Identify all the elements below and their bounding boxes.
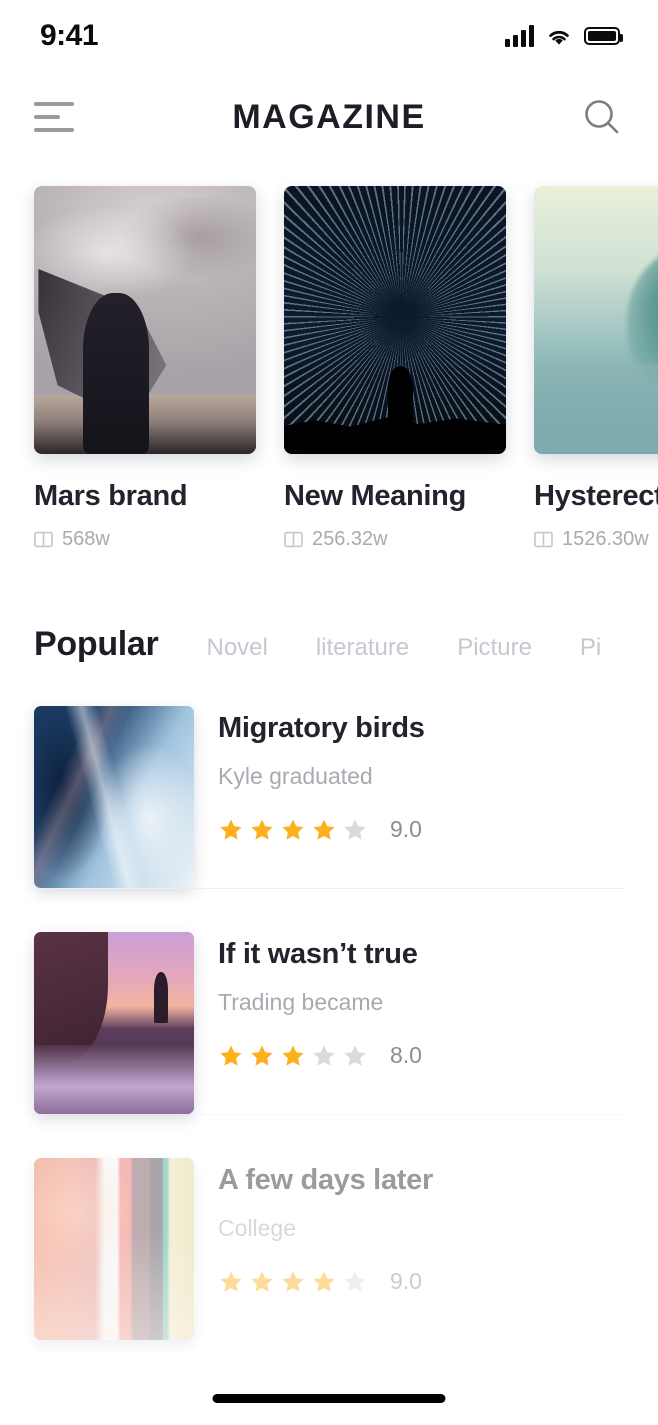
featured-title: New Meaning xyxy=(284,480,466,512)
rating: 9.0 xyxy=(218,1268,433,1295)
star-empty-icon xyxy=(313,1044,335,1066)
featured-image-star-trails[interactable] xyxy=(284,186,506,454)
star-filled-icon xyxy=(220,1270,242,1292)
star-filled-icon xyxy=(251,1270,273,1292)
list-divider xyxy=(34,1114,624,1115)
rating-score: 8.0 xyxy=(390,1042,422,1068)
article-thumbnail-canyon[interactable] xyxy=(34,932,194,1114)
battery-full-icon xyxy=(584,27,623,45)
tab-novel[interactable]: Novel xyxy=(206,634,267,662)
wifi-icon xyxy=(549,30,569,45)
open-book-icon xyxy=(534,531,553,548)
open-book-icon xyxy=(284,531,303,548)
star-filled-icon xyxy=(220,1044,242,1066)
featured-title: Mars brand xyxy=(34,480,188,512)
star-filled-icon xyxy=(282,1044,304,1066)
article-title: A few days later xyxy=(218,1164,433,1196)
article-title: Migratory birds xyxy=(218,712,425,744)
search-icon[interactable] xyxy=(580,95,624,139)
featured-meta: 568w xyxy=(34,528,256,551)
cellular-signal-icon xyxy=(505,25,534,47)
featured-card[interactable]: New Meaning 256.32w xyxy=(284,186,506,551)
featured-card[interactable]: Hysterecto 1526.30w xyxy=(534,186,658,551)
featured-meta: 1526.30w xyxy=(534,528,658,551)
home-indicator[interactable] xyxy=(212,1394,446,1403)
app-screen: 9:41 MAGAZINE Mars brand 568w New Meanin… xyxy=(0,0,658,1425)
article-list: Migratory birds Kyle graduated 9.0 If it… xyxy=(0,664,658,1340)
app-header: MAGAZINE xyxy=(0,72,658,162)
featured-wordcount: 256.32w xyxy=(312,528,388,550)
featured-card[interactable]: Mars brand 568w xyxy=(34,186,256,551)
tab-literature[interactable]: literature xyxy=(316,634,409,662)
featured-wordcount: 568w xyxy=(62,528,110,550)
category-tabs[interactable]: Popular Novel literature Picture Pi xyxy=(0,551,658,664)
article-subtitle: Trading became xyxy=(218,989,384,1015)
status-bar-time: 9:41 xyxy=(40,19,99,52)
hamburger-menu-icon[interactable] xyxy=(34,101,78,133)
list-item[interactable]: If it wasn’t true Trading became 8.0 xyxy=(34,888,624,1114)
featured-carousel[interactable]: Mars brand 568w New Meaning 256.32w Hyst… xyxy=(0,162,658,551)
article-thumbnail-stripes[interactable] xyxy=(34,1158,194,1340)
page-title: MAGAZINE xyxy=(232,97,426,136)
star-filled-icon xyxy=(313,1270,335,1292)
rating: 9.0 xyxy=(218,816,425,843)
list-item[interactable]: A few days later College 9.0 xyxy=(34,1114,624,1340)
open-book-icon xyxy=(34,531,53,548)
rating-score: 9.0 xyxy=(390,816,422,842)
rating-score: 9.0 xyxy=(390,1268,422,1294)
tab-popular[interactable]: Popular xyxy=(34,625,159,664)
article-thumbnail-ice[interactable] xyxy=(34,706,194,888)
featured-wordcount: 1526.30w xyxy=(562,528,649,550)
list-item-body: A few days later College 9.0 xyxy=(218,1158,433,1340)
tab-overflow[interactable]: Pi xyxy=(580,634,601,662)
status-bar: 9:41 xyxy=(0,0,658,72)
star-empty-icon xyxy=(344,1044,366,1066)
article-title: If it wasn’t true xyxy=(218,938,418,970)
star-filled-icon xyxy=(313,818,335,840)
list-item-body: Migratory birds Kyle graduated 9.0 xyxy=(218,706,425,888)
featured-meta: 256.32w xyxy=(284,528,506,551)
featured-image-misty-landscape[interactable] xyxy=(534,186,658,454)
article-subtitle: Kyle graduated xyxy=(218,763,373,789)
star-filled-icon xyxy=(282,1270,304,1292)
list-divider xyxy=(34,888,624,889)
status-bar-icons xyxy=(505,25,623,47)
star-empty-icon xyxy=(344,818,366,840)
star-empty-icon xyxy=(344,1270,366,1292)
star-filled-icon xyxy=(220,818,242,840)
star-filled-icon xyxy=(251,818,273,840)
featured-image-dusk-portrait[interactable] xyxy=(34,186,256,454)
tab-picture[interactable]: Picture xyxy=(457,634,532,662)
list-item-body: If it wasn’t true Trading became 8.0 xyxy=(218,932,422,1114)
star-filled-icon xyxy=(282,818,304,840)
rating: 8.0 xyxy=(218,1042,422,1069)
featured-title: Hysterecto xyxy=(534,480,658,512)
article-subtitle: College xyxy=(218,1215,296,1241)
list-item[interactable]: Migratory birds Kyle graduated 9.0 xyxy=(34,664,624,888)
star-filled-icon xyxy=(251,1044,273,1066)
